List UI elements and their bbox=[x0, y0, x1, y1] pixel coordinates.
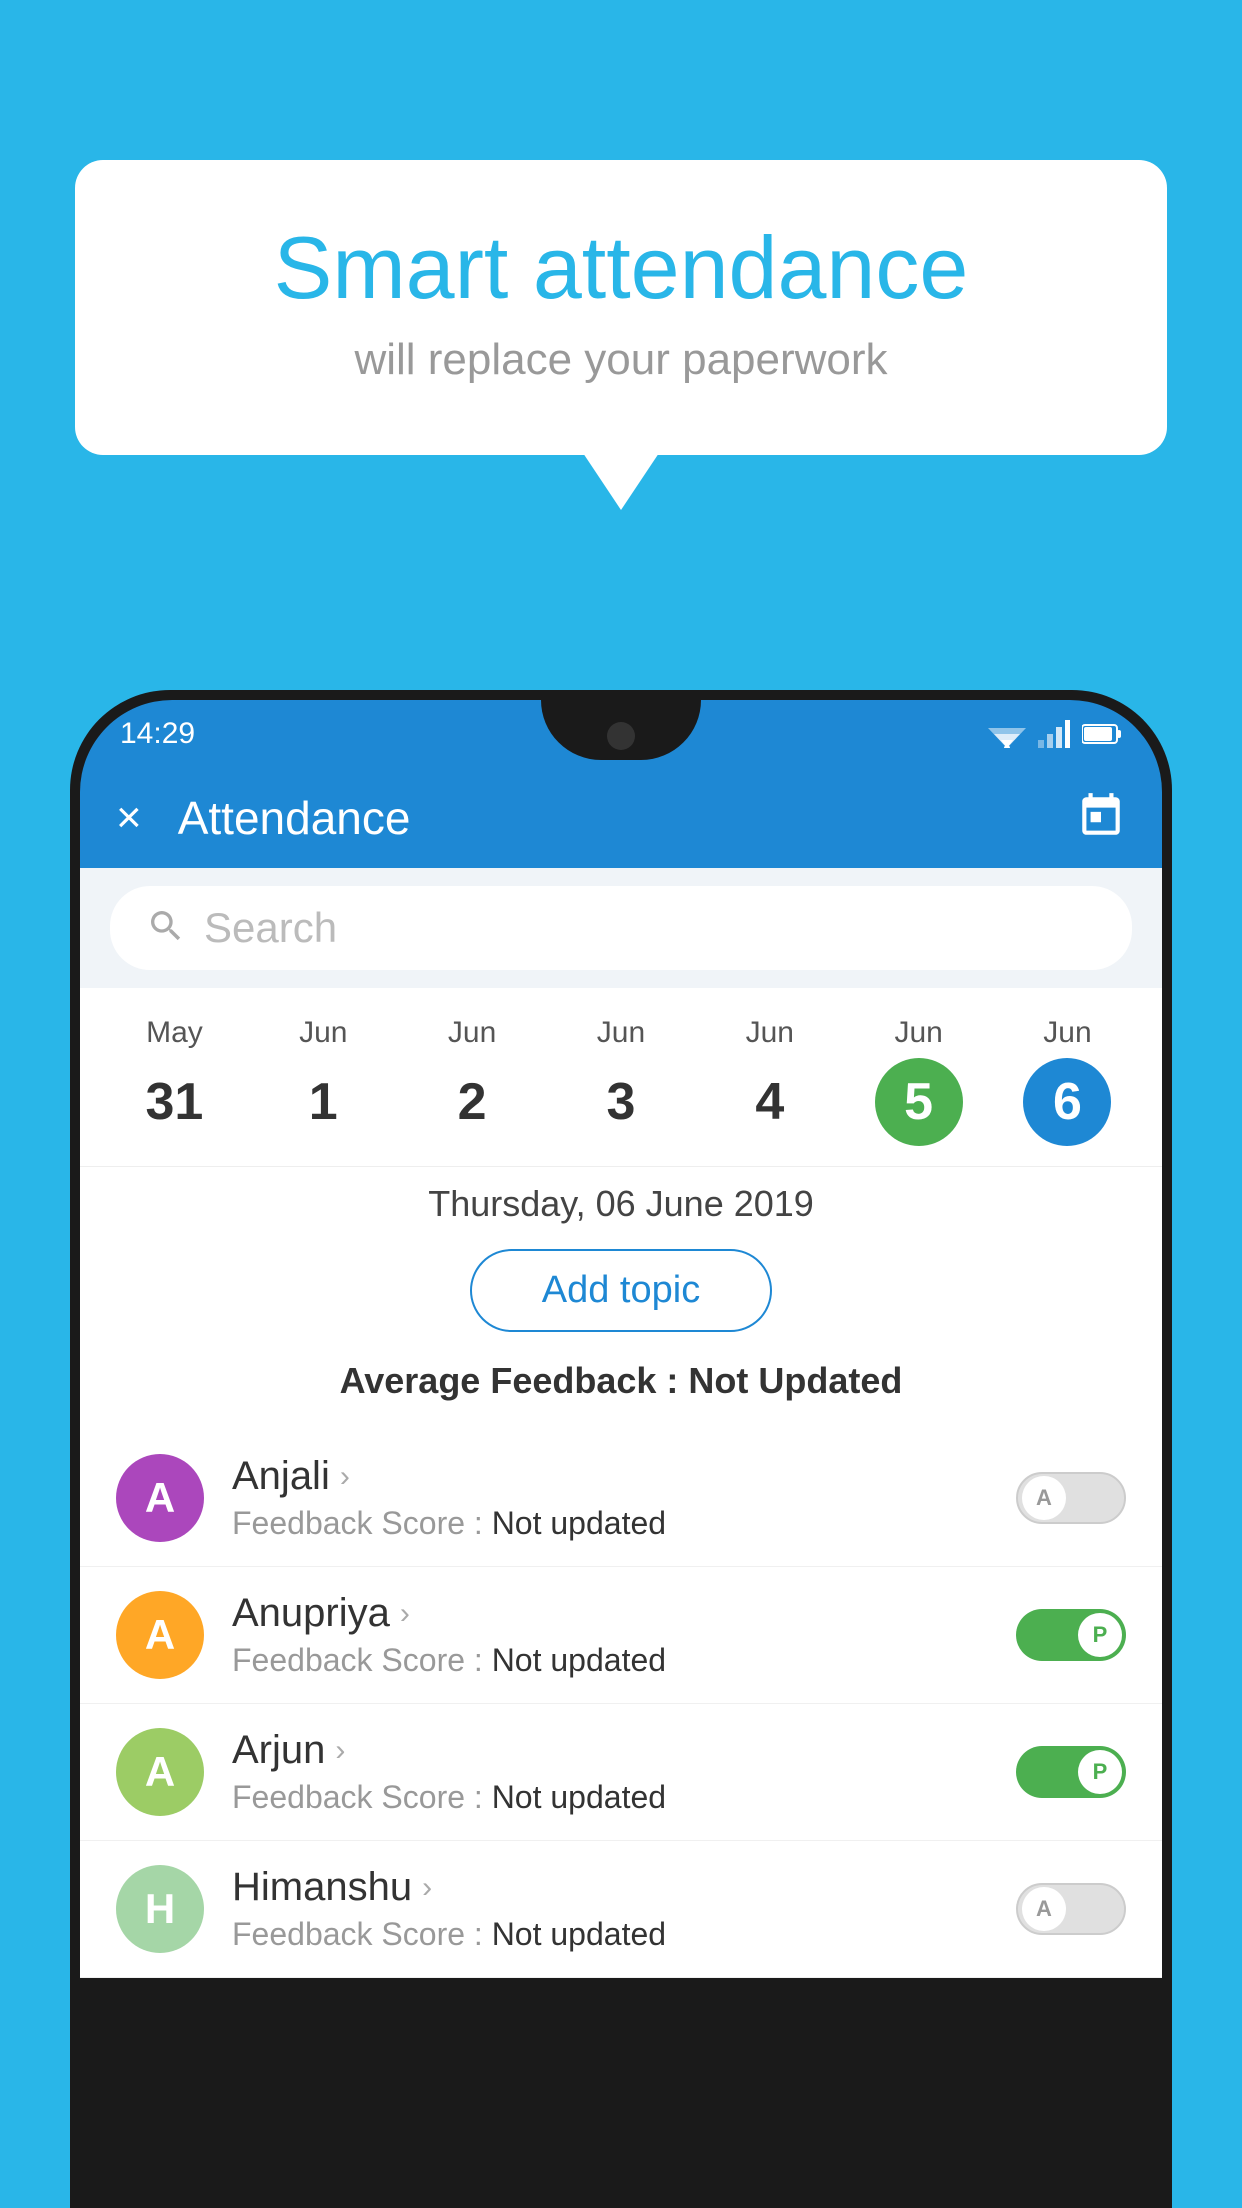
cal-date-number[interactable]: 4 bbox=[726, 1058, 814, 1146]
student-item[interactable]: A Anupriya › Feedback Score : Not updated P bbox=[80, 1567, 1162, 1704]
student-info: Arjun › Feedback Score : Not updated bbox=[232, 1728, 988, 1816]
status-icons bbox=[988, 720, 1122, 748]
avg-feedback-value: Not Updated bbox=[688, 1360, 902, 1401]
signal-icon bbox=[1038, 720, 1070, 748]
search-container: Search bbox=[80, 868, 1162, 988]
cal-month-label: Jun bbox=[597, 1016, 645, 1050]
cal-date-number[interactable]: 1 bbox=[279, 1058, 367, 1146]
calendar-strip: May 31 Jun 1 Jun 2 Jun 3 Jun 4 Jun 5 Jun 6 bbox=[80, 988, 1162, 1166]
average-feedback: Average Feedback : Not Updated bbox=[80, 1360, 1162, 1430]
calendar-day[interactable]: Jun 1 bbox=[263, 1016, 383, 1146]
feedback-value: Not updated bbox=[483, 1505, 666, 1541]
toggle-knob: A bbox=[1022, 1887, 1066, 1931]
search-icon bbox=[146, 906, 186, 951]
attendance-toggle[interactable]: A bbox=[1016, 1883, 1126, 1935]
cal-month-label: May bbox=[146, 1016, 203, 1050]
chevron-icon: › bbox=[422, 1871, 432, 1905]
student-name: Anupriya › bbox=[232, 1591, 988, 1636]
feedback-value: Not updated bbox=[483, 1916, 666, 1952]
date-label: Thursday, 06 June 2019 bbox=[80, 1166, 1162, 1225]
search-bar[interactable]: Search bbox=[110, 886, 1132, 970]
speech-bubble: Smart attendance will replace your paper… bbox=[75, 160, 1167, 455]
student-item[interactable]: A Anjali › Feedback Score : Not updated A bbox=[80, 1430, 1162, 1567]
attendance-toggle[interactable]: P bbox=[1016, 1746, 1126, 1798]
cal-month-label: Jun bbox=[894, 1016, 942, 1050]
front-camera bbox=[607, 722, 635, 750]
cal-date-number[interactable]: 3 bbox=[577, 1058, 665, 1146]
attendance-toggle[interactable]: A bbox=[1016, 1472, 1126, 1524]
phone-inner: 14:29 bbox=[80, 700, 1162, 2198]
student-name: Anjali › bbox=[232, 1454, 988, 1499]
cal-month-label: Jun bbox=[448, 1016, 496, 1050]
cal-date-number[interactable]: 6 bbox=[1023, 1058, 1111, 1146]
battery-icon bbox=[1082, 723, 1122, 745]
cal-month-label: Jun bbox=[746, 1016, 794, 1050]
add-topic-wrapper: Add topic bbox=[80, 1225, 1162, 1360]
toggle-knob: A bbox=[1022, 1476, 1066, 1520]
student-list: AAnjali ›Feedback Score : Not updatedAAA… bbox=[80, 1430, 1162, 1978]
student-item[interactable]: A Arjun › Feedback Score : Not updated P bbox=[80, 1704, 1162, 1841]
student-item[interactable]: H Himanshu › Feedback Score : Not updated A bbox=[80, 1841, 1162, 1978]
bubble-title: Smart attendance bbox=[155, 220, 1087, 317]
search-placeholder: Search bbox=[204, 904, 337, 952]
cal-date-number[interactable]: 5 bbox=[875, 1058, 963, 1146]
avatar: H bbox=[116, 1865, 204, 1953]
calendar-button[interactable] bbox=[1076, 791, 1126, 846]
feedback-score: Feedback Score : Not updated bbox=[232, 1779, 988, 1816]
feedback-score: Feedback Score : Not updated bbox=[232, 1916, 988, 1953]
student-info: Anjali › Feedback Score : Not updated bbox=[232, 1454, 988, 1542]
bubble-subtitle: will replace your paperwork bbox=[155, 335, 1087, 385]
student-info: Himanshu › Feedback Score : Not updated bbox=[232, 1865, 988, 1953]
calendar-day[interactable]: Jun 2 bbox=[412, 1016, 532, 1146]
avatar: A bbox=[116, 1454, 204, 1542]
chevron-icon: › bbox=[340, 1460, 350, 1494]
calendar-day[interactable]: Jun 5 bbox=[859, 1016, 979, 1146]
toggle-knob: P bbox=[1078, 1613, 1122, 1657]
cal-date-number[interactable]: 2 bbox=[428, 1058, 516, 1146]
app-title: Attendance bbox=[178, 791, 1076, 845]
attendance-toggle[interactable]: P bbox=[1016, 1609, 1126, 1661]
feedback-value: Not updated bbox=[483, 1642, 666, 1678]
add-topic-button[interactable]: Add topic bbox=[470, 1249, 772, 1332]
feedback-score: Feedback Score : Not updated bbox=[232, 1505, 988, 1542]
calendar-day[interactable]: Jun 3 bbox=[561, 1016, 681, 1146]
student-name: Himanshu › bbox=[232, 1865, 988, 1910]
phone-frame: 14:29 bbox=[70, 690, 1172, 2208]
wifi-icon bbox=[988, 720, 1026, 748]
chevron-icon: › bbox=[400, 1597, 410, 1631]
chevron-icon: › bbox=[335, 1734, 345, 1768]
status-time: 14:29 bbox=[120, 717, 195, 751]
avatar: A bbox=[116, 1728, 204, 1816]
avg-feedback-label: Average Feedback : bbox=[340, 1360, 679, 1401]
feedback-score: Feedback Score : Not updated bbox=[232, 1642, 988, 1679]
feedback-value: Not updated bbox=[483, 1779, 666, 1815]
calendar-day[interactable]: May 31 bbox=[114, 1016, 234, 1146]
cal-date-number[interactable]: 31 bbox=[130, 1058, 218, 1146]
cal-month-label: Jun bbox=[299, 1016, 347, 1050]
student-name: Arjun › bbox=[232, 1728, 988, 1773]
app-bar: × Attendance bbox=[80, 768, 1162, 868]
student-info: Anupriya › Feedback Score : Not updated bbox=[232, 1591, 988, 1679]
calendar-day[interactable]: Jun 4 bbox=[710, 1016, 830, 1146]
close-button[interactable]: × bbox=[116, 793, 142, 843]
avatar: A bbox=[116, 1591, 204, 1679]
toggle-knob: P bbox=[1078, 1750, 1122, 1794]
cal-month-label: Jun bbox=[1043, 1016, 1091, 1050]
calendar-day[interactable]: Jun 6 bbox=[1007, 1016, 1127, 1146]
